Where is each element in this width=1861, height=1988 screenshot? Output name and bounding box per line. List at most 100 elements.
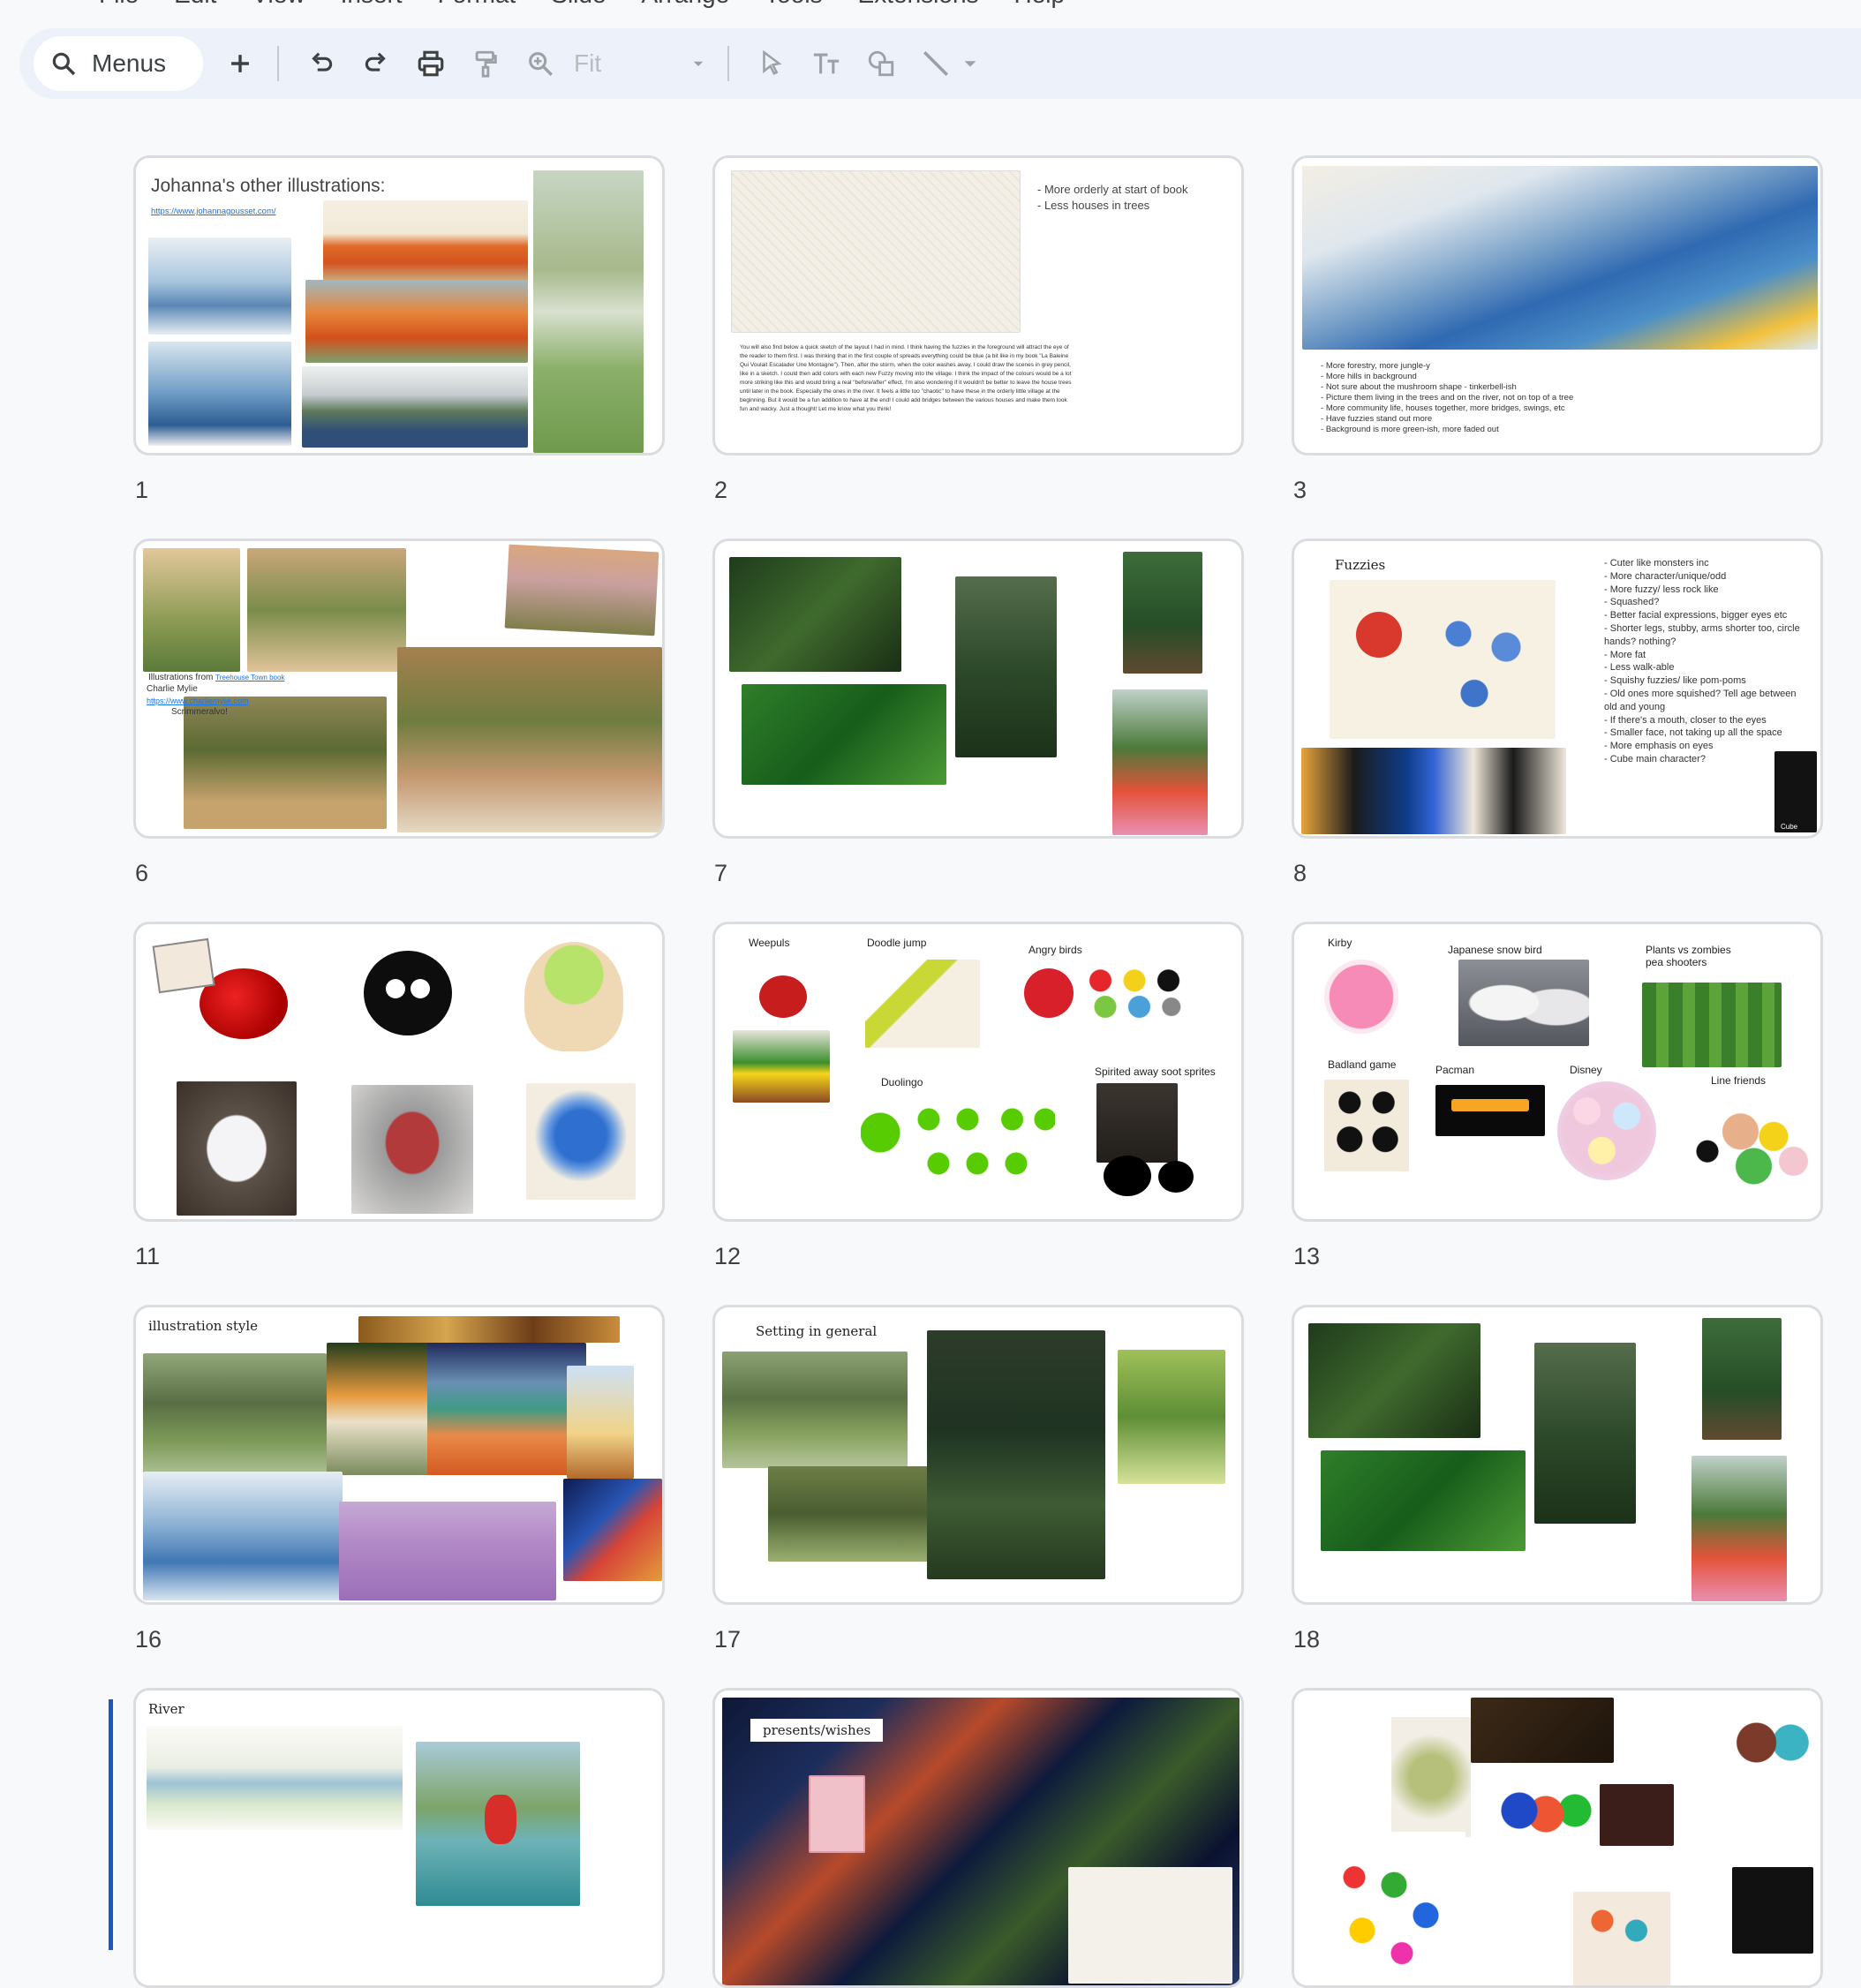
collage-image: [358, 1316, 620, 1343]
menu-insert[interactable]: Insert: [341, 0, 403, 8]
slide-thumbnail[interactable]: - More orderly at start of book - Less h…: [712, 155, 1244, 456]
menu-edit[interactable]: Edit: [174, 0, 216, 8]
slide-thumbnail[interactable]: River: [133, 1688, 665, 1988]
line-dropdown[interactable]: [961, 39, 980, 88]
note-item: Background is more green-ish, more faded…: [1321, 425, 1573, 435]
disney-image: [1557, 1081, 1656, 1180]
slide-title: presents/wishes: [750, 1719, 884, 1742]
slide-number: 8: [1293, 860, 1307, 886]
slide-thumbnail[interactable]: [133, 922, 665, 1222]
slide-thumbnail[interactable]: [712, 538, 1244, 839]
kirby-image: [1324, 960, 1398, 1034]
slide-thumbnail[interactable]: Johanna's other illustrations: https://w…: [133, 155, 665, 456]
slide-thumbnail[interactable]: [1292, 1688, 1823, 1988]
collage-image: [567, 1366, 634, 1479]
collage-image: [143, 1353, 327, 1479]
slide-note: - Less houses in trees: [1037, 199, 1150, 212]
soot-sprites-photo: [1096, 1083, 1178, 1163]
setting-image: [768, 1466, 950, 1562]
image-label: Disney: [1570, 1064, 1602, 1076]
gift-image: [809, 1775, 865, 1853]
illustration-image: [148, 342, 291, 446]
zoom-select[interactable]: Fit: [565, 49, 715, 78]
collage-image: [1471, 1698, 1614, 1763]
menu-extensions[interactable]: Extensions: [858, 0, 979, 8]
selected-slide-indicator: [109, 1699, 113, 1950]
fuzzy-character: [1356, 612, 1402, 658]
slide-title: illustration style: [148, 1318, 259, 1334]
note-item: More fat: [1604, 649, 1811, 662]
line-friends-image: [1681, 1092, 1813, 1191]
menu-view[interactable]: View: [252, 0, 305, 8]
menu-help[interactable]: Help: [1014, 0, 1066, 8]
menu-tools[interactable]: Tools: [765, 0, 822, 8]
book-image: [143, 548, 240, 672]
slide-thumbnail[interactable]: Fuzzies Cube Cuter like monsters inc Mor…: [1292, 538, 1823, 839]
image-label: Doodle jump: [867, 937, 927, 949]
slide-thumbnail[interactable]: More forestry, more jungle-y More hills …: [1292, 155, 1823, 456]
slide-number: 2: [714, 477, 728, 503]
image-label: Kirby: [1328, 937, 1352, 949]
image-label: Badland game: [1328, 1058, 1397, 1071]
paint-format-button[interactable]: [461, 39, 510, 88]
undo-button[interactable]: [297, 39, 346, 88]
eye-shape: [411, 979, 430, 998]
blue-fuzzy-image: [526, 1083, 636, 1200]
menu-slide[interactable]: Slide: [551, 0, 606, 8]
redo-button[interactable]: [351, 39, 401, 88]
slide-body-text: You will also find below a quick sketch …: [740, 344, 1072, 412]
note-item: Less walk-able: [1604, 661, 1811, 674]
red-cube-image: [351, 1085, 473, 1214]
doodle-image: [1068, 1867, 1232, 1984]
fuzzy-character: [1427, 594, 1533, 727]
note-item: Cuter like monsters inc: [1604, 557, 1811, 570]
illustration-image: [305, 280, 528, 363]
slide-notes-list: Cuter like monsters inc More character/u…: [1604, 557, 1811, 766]
add-icon: [231, 55, 249, 72]
slide-thumbnail[interactable]: Setting in general: [712, 1305, 1244, 1605]
slide-link[interactable]: https://www.johannagousset.com/: [151, 207, 276, 217]
author-link[interactable]: https://www.charliemylie.com: [147, 696, 249, 706]
menu-format[interactable]: Format: [438, 0, 516, 8]
soot-sprite-image: [1158, 1161, 1194, 1193]
zoom-button[interactable]: [516, 39, 565, 88]
pacman-logo: [1451, 1099, 1529, 1111]
chevron-down-icon: [693, 61, 704, 66]
line-button[interactable]: [911, 39, 961, 88]
note-item: More forestry, more jungle-y: [1321, 361, 1573, 372]
jungle-photo: [729, 557, 901, 672]
slide-thumbnail[interactable]: Kirby Japanese snow bird Plants vs zombi…: [1292, 922, 1823, 1222]
shape-button[interactable]: [856, 39, 906, 88]
angry-birds-image: [1086, 963, 1183, 1021]
slide-note: - More orderly at start of book: [1037, 183, 1188, 196]
doodle-jump-image: [865, 960, 980, 1048]
angry-bird-image: [1024, 968, 1074, 1018]
collage-image: [1600, 1784, 1674, 1846]
slide-thumbnail[interactable]: Illustrations from Treehouse Town book C…: [133, 538, 665, 839]
slide-number: 1: [135, 477, 149, 503]
menu-file[interactable]: File: [99, 0, 139, 8]
badland-image: [1324, 1080, 1409, 1171]
jungle-photo: [1702, 1318, 1782, 1440]
caption-link[interactable]: Treehouse Town book: [215, 674, 284, 681]
search-menus-button[interactable]: Menus: [34, 36, 203, 91]
slide-thumbnail[interactable]: Weepuls Doodle jump Angry birds Duolingo…: [712, 922, 1244, 1222]
menu-arrange[interactable]: Arrange: [642, 0, 730, 8]
note-item: More hills in background: [1321, 372, 1573, 382]
select-button[interactable]: [747, 39, 796, 88]
jungle-photo: [1112, 689, 1208, 835]
new-slide-button[interactable]: [215, 39, 265, 88]
text-box-button[interactable]: [802, 39, 851, 88]
shape-icon: [868, 50, 894, 77]
slide-thumbnail[interactable]: illustration style: [133, 1305, 665, 1605]
image-label: Angry birds: [1028, 944, 1082, 956]
weepul-photo: [733, 1030, 830, 1103]
pea-shooters-image: [1642, 983, 1782, 1067]
slide-thumbnail[interactable]: presents/wishes: [712, 1688, 1244, 1988]
slide-number: 17: [714, 1626, 742, 1653]
slide-thumbnail[interactable]: [1292, 1305, 1823, 1605]
image-label: Pacman: [1435, 1064, 1475, 1076]
setting-image: [1118, 1350, 1225, 1484]
image-label: Plants vs zombies pea shooters: [1646, 944, 1731, 968]
print-button[interactable]: [406, 39, 456, 88]
